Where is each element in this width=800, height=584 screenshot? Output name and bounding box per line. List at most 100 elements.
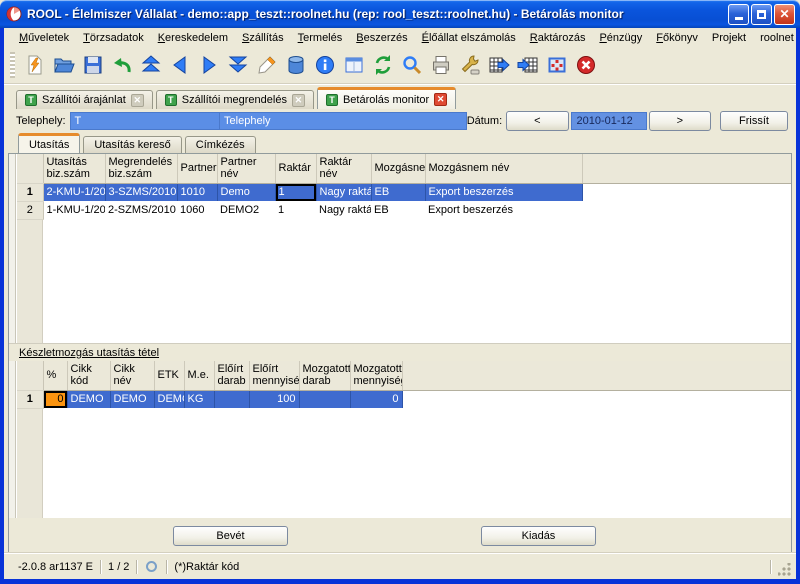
cell[interactable]: Demo [217,183,275,201]
save-button[interactable] [78,51,107,79]
tab-szallitoi-megrendeles[interactable]: T Szállítói megrendelés ✕ [156,90,314,109]
window-size-button[interactable] [542,51,571,79]
menu-torzsadatok[interactable]: Törzsadatok [76,30,151,46]
open-folder-button[interactable] [49,51,78,79]
menu-raktarozas[interactable]: Raktározás [523,30,593,46]
cell[interactable]: Export beszerzés [425,201,582,219]
previous-record-button[interactable] [165,51,194,79]
import-grid-button[interactable] [513,51,542,79]
cell[interactable]: 100 [249,390,299,408]
col-mozgasnem[interactable]: Mozgásnem [371,154,425,183]
close-button[interactable]: ✕ [774,4,795,25]
col-etk[interactable]: ETK [154,361,184,390]
cell[interactable]: 1-KMU-1/2010 [43,201,105,219]
cell[interactable]: 0 [350,390,402,408]
cell[interactable]: 1010 [177,183,217,201]
next-record-button[interactable] [194,51,223,79]
site-code-field[interactable]: T [70,112,220,130]
cell[interactable]: DEMO [67,390,110,408]
orders-row-1[interactable]: 1 2-KMU-1/2010 3-SZMS/2010 1010 Demo 1 N… [17,183,791,201]
title-bar[interactable]: ROOL - Élelmiszer Vállalat - demo::app_t… [0,0,800,28]
new-document-button[interactable] [20,51,49,79]
col-megrendeles-bizszam[interactable]: Megrendelés biz.szám [105,154,177,183]
form-button[interactable] [339,51,368,79]
menu-roolnet[interactable]: roolnet [753,30,800,46]
menu-fokonyv[interactable]: Főkönyv [649,30,705,46]
col-eloirt-mennyiseg[interactable]: Előírt mennyiség [249,361,299,390]
cell[interactable]: EB [371,183,425,201]
menu-termeles[interactable]: Termelés [291,30,350,46]
col-mozgasnem-nev[interactable]: Mozgásnem név [425,154,582,183]
menu-szallitas[interactable]: Szállítás [235,30,291,46]
focused-cell[interactable]: 1 [275,183,316,201]
cell[interactable]: DEMO2 [217,201,275,219]
tab-close-icon[interactable]: ✕ [292,94,305,107]
menu-kereskedelem[interactable]: Kereskedelem [151,30,235,46]
subtab-cimkezes[interactable]: Címkézés [185,136,256,153]
database-button[interactable] [281,51,310,79]
tab-szallitoi-arajanlat[interactable]: T Szállítói árajánlat ✕ [16,90,153,109]
first-record-button[interactable] [136,51,165,79]
tools-button[interactable] [455,51,484,79]
col-cikk-kod[interactable]: Cikk kód [67,361,110,390]
col-raktar-nev[interactable]: Raktár név [316,154,371,183]
toolbar-gripper[interactable] [10,52,15,78]
percent-cell[interactable]: 0 [43,390,67,408]
col-percent[interactable]: % [43,361,67,390]
menu-projekt[interactable]: Projekt [705,30,753,46]
col-partner-nev[interactable]: Partner név [217,154,275,183]
refresh-button[interactable] [368,51,397,79]
menu-beszerzes[interactable]: Beszerzés [349,30,414,46]
cell[interactable] [299,390,350,408]
menu-penzugy[interactable]: Pénzügy [592,30,649,46]
col-utasitas-bizszam[interactable]: Utasítás biz.szám [43,154,105,183]
tab-betarolas-monitor[interactable]: T Betárolás monitor ✕ [317,87,456,109]
col-partner[interactable]: Partner [177,154,217,183]
col-mozgatott-darab[interactable]: Mozgatott darab [299,361,350,390]
cell[interactable]: 2-KMU-1/2010 [43,183,105,201]
cell[interactable] [214,390,249,408]
date-field[interactable]: 2010-01-12 [571,112,647,130]
orders-row-2[interactable]: 2 1-KMU-1/2010 2-SZMS/2010 1060 DEMO2 1 … [17,201,791,219]
issue-button[interactable]: Kiadás [481,526,596,546]
col-mozgatott-mennyiseg[interactable]: Mozgatott mennyiség [350,361,402,390]
cell[interactable]: 1 [275,201,316,219]
resize-grip[interactable] [778,563,792,577]
stop-button[interactable] [571,51,600,79]
next-day-button[interactable]: > [649,111,711,131]
cell[interactable]: DEMO [110,390,154,408]
maximize-button[interactable] [751,4,772,25]
cell[interactable]: Export beszerzés [425,183,582,201]
tab-close-icon[interactable]: ✕ [131,94,144,107]
menu-muveletek[interactable]: Műveletek [12,30,76,46]
col-eloirt-darab[interactable]: Előírt darab [214,361,249,390]
cell[interactable]: DEMO [154,390,184,408]
row-number[interactable]: 2 [17,201,43,219]
print-button[interactable] [426,51,455,79]
export-grid-button[interactable] [484,51,513,79]
cell[interactable]: KG [184,390,214,408]
search-button[interactable] [397,51,426,79]
col-me[interactable]: M.e. [184,361,214,390]
refresh-data-button[interactable]: Frissít [720,111,788,131]
info-button[interactable] [310,51,339,79]
previous-day-button[interactable]: < [506,111,568,131]
cell[interactable]: 3-SZMS/2010 [105,183,177,201]
undo-button[interactable] [107,51,136,79]
subtab-utasitas[interactable]: Utasítás [18,133,80,153]
cell[interactable]: 1060 [177,201,217,219]
row-number[interactable]: 1 [17,390,43,408]
last-record-button[interactable] [223,51,252,79]
menu-eloallat-elszamolas[interactable]: Élőállat elszámolás [415,30,523,46]
edit-button[interactable] [252,51,281,79]
receive-button[interactable]: Bevét [173,526,288,546]
cell[interactable]: EB [371,201,425,219]
subtab-utasitas-kereso[interactable]: Utasítás kereső [83,136,181,153]
tab-close-icon[interactable]: ✕ [434,93,447,106]
site-name-field[interactable]: Telephely [219,112,467,130]
row-number[interactable]: 1 [17,183,43,201]
cell[interactable]: Nagy raktár [316,183,371,201]
cell[interactable]: Nagy raktár [316,201,371,219]
cell[interactable]: 2-SZMS/2010 [105,201,177,219]
col-cikk-nev[interactable]: Cikk név [110,361,154,390]
